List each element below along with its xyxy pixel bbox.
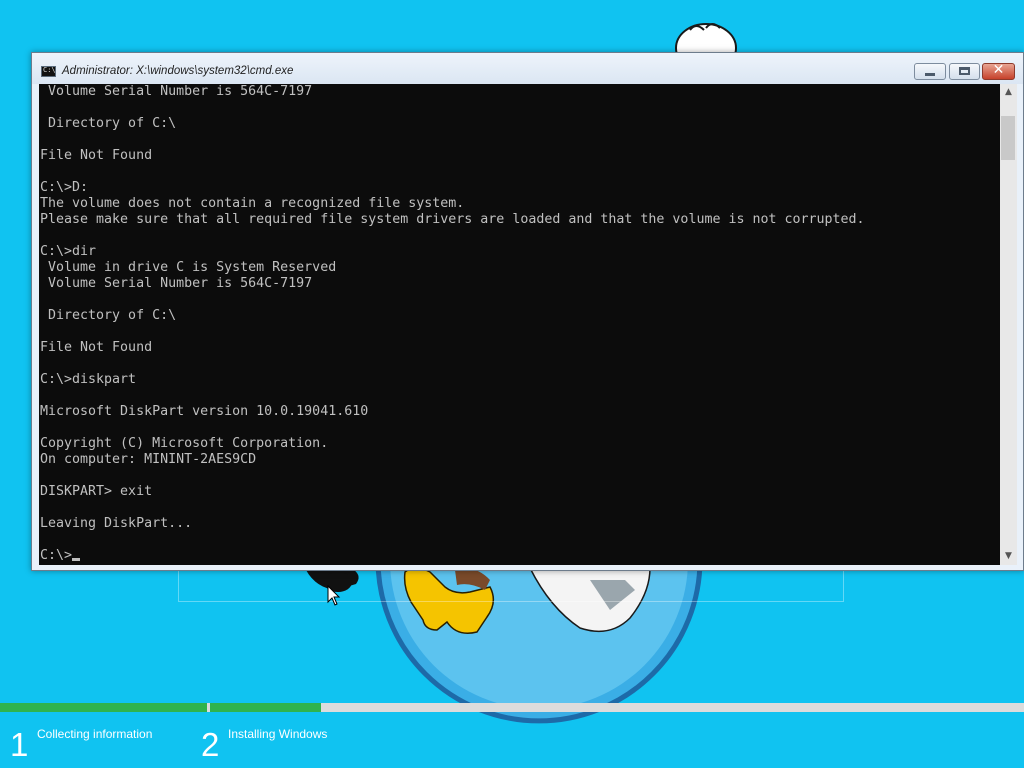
cmd-icon[interactable] <box>41 66 56 77</box>
console-line: Copyright (C) Microsoft Corporation. <box>40 436 329 451</box>
step-number: 1 <box>10 726 29 763</box>
console-prompt: C:\> <box>40 548 73 563</box>
console-output[interactable]: Volume Serial Number is 564C-7197 Direct… <box>39 84 1000 565</box>
console-line: The volume does not contain a recognized… <box>40 196 465 211</box>
console-line: Volume Serial Number is 564C-7197 <box>40 276 313 291</box>
step-label: Installing Windows <box>228 727 328 741</box>
console-lines: Volume Serial Number is 564C-7197 Direct… <box>40 84 865 564</box>
window-title: Administrator: X:\windows\system32\cmd.e… <box>62 65 294 77</box>
progress-segment-collecting <box>0 703 207 712</box>
console-prompt-line[interactable]: C:\> <box>40 548 865 564</box>
scroll-up-arrow-icon[interactable]: ▲ <box>1000 84 1017 101</box>
close-icon: ✕ <box>992 62 1005 78</box>
console-line: Please make sure that all required file … <box>40 212 865 227</box>
console-line: Directory of C:\ <box>40 116 177 131</box>
maximize-icon <box>959 67 970 75</box>
console-line: C:\>D: <box>40 180 89 195</box>
console-line: C:\>dir <box>40 244 97 259</box>
step-number: 2 <box>201 726 220 763</box>
cmd-window[interactable]: Administrator: X:\windows\system32\cmd.e… <box>31 52 1024 571</box>
mouse-pointer-icon <box>327 585 341 606</box>
window-titlebar[interactable]: Administrator: X:\windows\system32\cmd.e… <box>32 53 1023 84</box>
minimize-icon <box>925 73 935 76</box>
scroll-thumb[interactable] <box>1001 116 1015 160</box>
scroll-down-arrow-icon[interactable]: ▼ <box>1000 548 1017 565</box>
console-line: File Not Found <box>40 148 153 163</box>
maximize-button[interactable] <box>949 63 980 80</box>
vertical-scrollbar[interactable]: ▲ ▼ <box>1000 84 1017 565</box>
console-line: DISKPART> exit <box>40 484 153 499</box>
text-cursor <box>72 558 81 561</box>
console-line: File Not Found <box>40 340 153 355</box>
progress-fill <box>0 703 207 712</box>
setup-progress-bar <box>0 703 1024 712</box>
desktop: Administrator: X:\windows\system32\cmd.e… <box>0 0 1024 768</box>
console-line: C:\>diskpart <box>40 372 137 387</box>
console-line: Volume Serial Number is 564C-7197 <box>40 84 313 99</box>
progress-fill <box>210 703 321 712</box>
progress-segment-installing <box>210 703 1024 712</box>
console-line: On computer: MININT-2AES9CD <box>40 452 257 467</box>
step-label: Collecting information <box>37 727 153 741</box>
console-line: Directory of C:\ <box>40 308 177 323</box>
minimize-button[interactable] <box>914 63 946 80</box>
console-line: Volume in drive C is System Reserved <box>40 260 337 275</box>
close-button[interactable]: ✕ <box>982 62 1015 80</box>
console-line: Leaving DiskPart... <box>40 516 193 531</box>
console-line: Microsoft DiskPart version 10.0.19041.61… <box>40 404 369 419</box>
